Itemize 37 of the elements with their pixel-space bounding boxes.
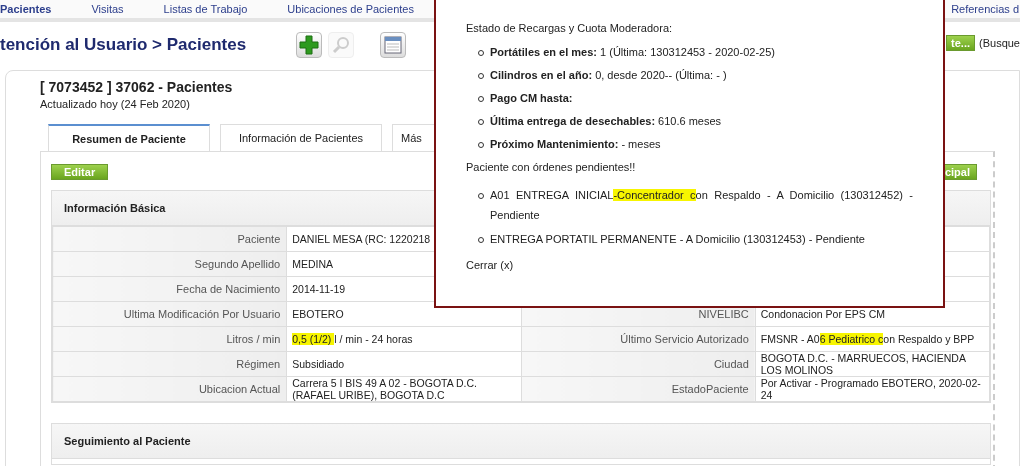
field-value: Subsidiado bbox=[286, 351, 521, 377]
field-label: Ubicacion Actual bbox=[52, 376, 287, 402]
status-item: Próximo Mantenimiento: - meses bbox=[490, 138, 661, 150]
status-item: Pago CM hasta: bbox=[490, 92, 573, 104]
nav-link[interactable]: Listas de Trabajo bbox=[163, 3, 248, 15]
order-item: A01 ENTREGA INICIAL-Concentrador con Respaldo - A Domicilio (130312452) - Pendiente bbox=[490, 188, 913, 223]
panel-title: Seguimiento al Paciente bbox=[52, 424, 990, 459]
popup-heading: Estado de Recargas y Cuota Moderadora: bbox=[466, 22, 674, 34]
search-hint: (Busque bbox=[979, 36, 1020, 49]
field-value: BOGOTA D.C. - MARRUECOS, HACIENDA LOS MOLINOS bbox=[755, 351, 990, 377]
status-item: Cilindros en el año: 0, desde 2020-- (Última: - ) bbox=[490, 69, 727, 81]
nav-link[interactable]: Visitas bbox=[91, 3, 124, 15]
nav-link[interactable]: Pacientes bbox=[0, 3, 52, 15]
field-value: Carrera 5 I BIS 49 A 02 - BOGOTA D.C. (RAFAEL URIBE), BOGOTA D.C bbox=[286, 376, 521, 402]
field-label: EstadoPaciente bbox=[521, 376, 756, 402]
field-label: Segundo Apellido bbox=[52, 251, 287, 277]
field-label: Paciente bbox=[52, 226, 287, 252]
field-label: Ultima Modificación Por Usuario bbox=[52, 301, 287, 327]
tab[interactable]: Resumen de Paciente bbox=[48, 124, 210, 151]
page-title: tención al Usuario > Pacientes bbox=[0, 35, 248, 55]
field-value: Por Activar - Programado EBOTERO, 2020-02-24 bbox=[755, 376, 990, 402]
popup-heading: Paciente con órdenes pendientes!! bbox=[466, 161, 637, 173]
record-title: [ 7073452 ] 37062 - Pacientes bbox=[40, 79, 233, 95]
field-label: Fecha de Nacimiento bbox=[52, 276, 287, 302]
tab[interactable]: Información de Pacientes bbox=[220, 124, 382, 151]
status-item: Portátiles en el mes: 1 (Última: 130312453 - 2020-02-25) bbox=[490, 46, 775, 58]
add-icon[interactable] bbox=[296, 32, 322, 58]
status-item: Última entrega de desechables: 610.6 meses bbox=[490, 115, 722, 127]
nav-link[interactable]: Ubicaciones de Pacientes bbox=[287, 3, 414, 15]
calendar-icon[interactable] bbox=[380, 32, 406, 58]
nav-link[interactable]: Referencias d bbox=[951, 3, 1019, 15]
field-label: Último Servicio Autorizado bbox=[521, 326, 756, 352]
field-label: Litros / min bbox=[52, 326, 287, 352]
field-label: Régimen bbox=[52, 351, 287, 377]
field-label: Ciudad bbox=[521, 351, 756, 377]
updated-text: Actualizado hoy (24 Feb 2020) bbox=[40, 98, 190, 110]
field-value: 0,5 (1/2) l / min - 24 horas bbox=[286, 326, 521, 352]
